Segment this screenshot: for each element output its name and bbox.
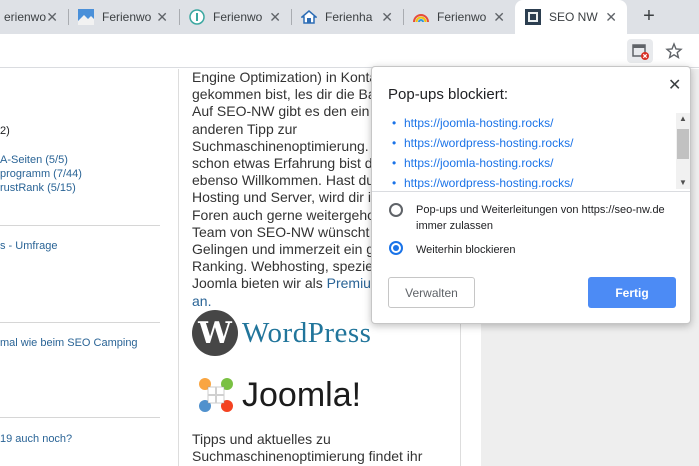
sidebar-link[interactable]: rustRank (5/15) [0,182,76,194]
scrollbar-thumb[interactable] [677,129,689,159]
blocked-popup-link[interactable]: https://wordpress-hosting.rocks/ [392,176,573,189]
allow-popups-label[interactable]: Pop-ups und Weiterleitungen von https://… [416,202,676,234]
star-icon [665,42,683,59]
landscape-icon [78,9,94,25]
wordpress-w-icon: W [192,310,238,356]
blocked-popup-link[interactable]: https://joomla-hosting.rocks/ [392,116,553,130]
column-border [178,69,179,466]
browser-toolbar [0,34,699,68]
bottom-text: Tipps und aktuelles zu Suchmaschinenopti… [192,431,462,465]
new-tab-icon[interactable]: + [638,5,660,27]
close-icon[interactable]: ✕ [668,75,681,95]
tab-6-active[interactable]: SEO NW ✕ [515,0,627,34]
close-tab-icon[interactable]: ✕ [605,9,617,26]
text-line: Suchmaschinenoptimierung findet ihr [192,448,423,464]
tab-title: Ferienha [325,10,373,24]
popup-blocked-icon [632,44,649,60]
scroll-down-icon[interactable]: ▼ [677,178,689,187]
close-tab-icon[interactable]: ✕ [46,9,58,26]
sidebar-text: 2) [0,125,10,137]
tab-4[interactable]: Ferienha ✕ [291,0,403,34]
close-tab-icon[interactable]: ✕ [269,9,281,26]
text-fragment: Joomla bieten wir als [192,275,327,292]
wordpress-logo[interactable]: W WordPress [192,308,392,358]
seo-nw-icon [525,9,541,25]
text-line: Tipps und aktuelles zu [192,431,331,447]
joomla-logo[interactable]: Joomla! [196,373,361,417]
tab-title: SEO NW [549,10,598,24]
keep-blocking-label[interactable]: Weiterhin blockieren [416,242,676,258]
joomla-icon [199,378,233,412]
divider [0,225,160,226]
divider [0,417,160,418]
sidebar-link[interactable]: mal wie beim SEO Camping [0,337,138,349]
joomla-logo-text: Joomla! [242,375,362,414]
scroll-up-icon[interactable]: ▲ [677,114,689,123]
sidebar-link[interactable]: 19 auch noch? [0,433,72,445]
sidebar-column: 2) A-Seiten (5/5) programm (7/44) rustRa… [0,69,160,466]
manage-button[interactable]: Verwalten [388,277,475,308]
tab-title: Ferienwo [213,10,263,24]
divider [0,322,160,323]
divider [372,191,690,192]
tab-title: Ferienwo [102,10,152,24]
close-tab-icon[interactable]: ✕ [156,9,168,26]
tab-3[interactable]: Ferienwo ✕ [179,0,291,34]
sidebar-link[interactable]: s - Umfrage [0,240,57,252]
info-circle-icon [189,9,205,25]
tab-title: Ferienwo [437,10,487,24]
sidebar-link[interactable]: programm (7/44) [0,168,82,180]
tab-2[interactable]: Ferienwo ✕ [68,0,178,34]
blocked-popup-link[interactable]: https://joomla-hosting.rocks/ [392,156,553,170]
done-button[interactable]: Fertig [588,277,676,308]
popup-blocked-button[interactable] [627,39,653,63]
sidebar-link[interactable]: A-Seiten (5/5) [0,154,68,166]
premium-link[interactable]: Premiu [327,275,371,291]
popup-blocked-bubble: Pop-ups blockiert: ✕ https://joomla-host… [371,66,691,324]
tab-1[interactable]: erienwo ✕ [0,0,68,34]
close-tab-icon[interactable]: ✕ [493,9,505,26]
close-tab-icon[interactable]: ✕ [381,9,393,26]
keep-blocking-radio[interactable] [389,241,403,255]
bubble-title: Pop-ups blockiert: [388,86,509,103]
bookmark-star-button[interactable] [661,39,687,63]
rainbow-icon [413,14,429,23]
tab-strip: erienwo ✕ Ferienwo ✕ Ferienwo ✕ Ferienha… [0,0,699,34]
blocked-popup-link[interactable]: https://wordpress-hosting.rocks/ [392,136,573,150]
allow-popups-radio[interactable] [389,203,403,217]
blocked-popup-list: https://joomla-hosting.rocks/ https://wo… [372,113,690,189]
house-icon [301,10,317,24]
wordpress-logo-text: WordPress [242,316,372,349]
tab-5[interactable]: Ferienwo ✕ [403,0,515,34]
